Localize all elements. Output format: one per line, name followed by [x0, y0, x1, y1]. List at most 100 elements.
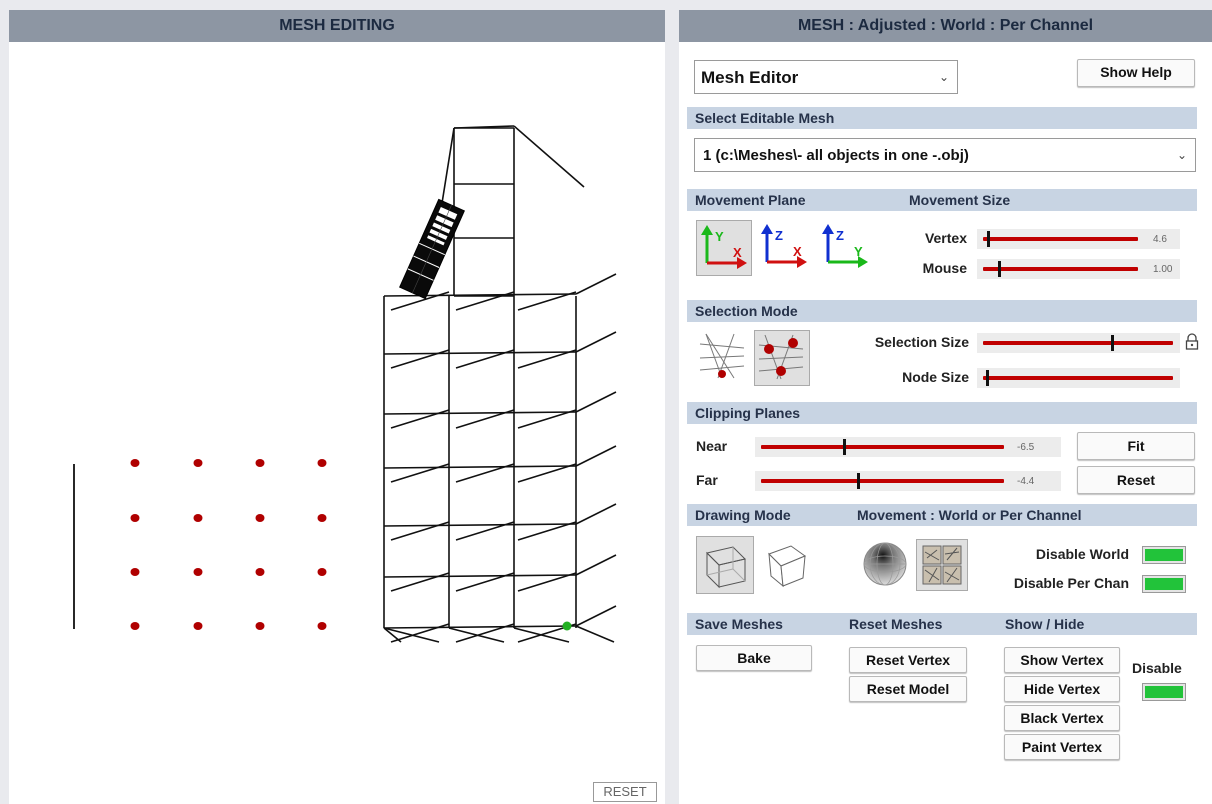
mesh-edge	[390, 521, 450, 541]
mouse-size-slider[interactable]	[983, 261, 1138, 277]
vertex-node[interactable]	[255, 568, 265, 576]
mesh-canvas[interactable]	[9, 42, 665, 804]
mesh-edge	[575, 273, 617, 295]
far-label: Far	[696, 472, 718, 488]
movement-header: Movement Plane Movement Size	[687, 189, 1197, 211]
axis-z-label: Z	[775, 228, 783, 243]
cube-outline-icon	[768, 545, 807, 588]
draw-wire-button[interactable]	[757, 536, 815, 594]
mesh-file-select[interactable]: 1 (c:\Meshes\- all objects in one -.obj)…	[694, 138, 1196, 172]
vertex-node[interactable]	[130, 622, 140, 630]
vertex-node[interactable]	[255, 514, 265, 522]
axis-zx-icon: Z X	[761, 224, 807, 268]
reset-view-button[interactable]: RESET	[593, 782, 657, 802]
mesh-edge	[390, 623, 450, 643]
editor-select[interactable]: Mesh Editor ⌄	[694, 60, 958, 94]
mesh-edge	[383, 523, 577, 527]
slider-thumb[interactable]	[1111, 335, 1115, 351]
disable-per-chan-label: Disable Per Chan	[1013, 575, 1129, 591]
selection-size-label: Selection Size	[874, 334, 969, 350]
slider-thumb[interactable]	[857, 473, 861, 489]
bake-button[interactable]: Bake	[696, 645, 812, 671]
near-clip-value: -6.5	[1017, 442, 1035, 453]
select-nodes-button[interactable]	[754, 330, 810, 386]
hide-vertex-button[interactable]: Hide Vertex	[1004, 676, 1120, 702]
fit-button[interactable]: Fit	[1077, 432, 1195, 460]
axis-y-label: Y	[854, 244, 863, 259]
plane-zy-button[interactable]: Z Y	[818, 220, 874, 276]
black-vertex-button[interactable]: Black Vertex	[1004, 705, 1120, 731]
disable-world-toggle[interactable]	[1142, 546, 1186, 564]
slider-thumb[interactable]	[985, 370, 989, 386]
mesh-editing-panel: MESH EDITING RESET	[9, 10, 665, 804]
slider-thumb[interactable]	[986, 231, 990, 247]
reset-model-button[interactable]: Reset Model	[849, 676, 967, 702]
disable-per-chan-toggle[interactable]	[1142, 575, 1186, 593]
slider-thumb[interactable]	[842, 439, 846, 455]
vertex-node[interactable]	[317, 568, 327, 576]
mesh-status-title: MESH : Adjusted : World : Per Channel	[679, 10, 1212, 42]
clipping-planes-header-label: Clipping Planes	[695, 405, 801, 421]
draw-shaded-button[interactable]	[696, 536, 754, 594]
chevron-down-icon: ⌄	[938, 70, 949, 84]
select-mesh-header: Select Editable Mesh	[687, 107, 1197, 129]
vertex-node[interactable]	[130, 459, 140, 467]
editor-select-value: Mesh Editor	[701, 68, 799, 87]
select-edges-button[interactable]	[696, 330, 752, 386]
mesh-controls-panel: MESH : Adjusted : World : Per Channel Me…	[679, 10, 1212, 804]
mesh-viewport[interactable]: RESET	[9, 42, 665, 804]
mesh-editing-title: MESH EDITING	[9, 10, 665, 42]
mesh-edge	[383, 574, 577, 578]
show-vertex-button[interactable]: Show Vertex	[1004, 647, 1120, 673]
per-channel-movement-button[interactable]	[916, 539, 968, 591]
show-help-button[interactable]: Show Help	[1077, 59, 1195, 87]
lock-icon[interactable]	[1184, 333, 1200, 351]
show-hide-header: Show / Hide	[1005, 616, 1085, 632]
paint-vertex-button[interactable]: Paint Vertex	[1004, 734, 1120, 760]
vertex-node[interactable]	[193, 622, 203, 630]
mesh-edge	[383, 411, 577, 415]
mesh-edge	[575, 554, 617, 576]
vertex-size-slider[interactable]	[983, 231, 1138, 247]
mesh-edge	[383, 465, 577, 469]
vertex-node[interactable]	[130, 568, 140, 576]
vertex-node[interactable]	[317, 514, 327, 522]
reset-clip-button[interactable]: Reset	[1077, 466, 1195, 494]
vertex-node[interactable]	[130, 514, 140, 522]
near-clip-slider[interactable]	[761, 439, 1004, 455]
mesh-edge	[390, 349, 450, 369]
mesh-edge	[383, 625, 577, 629]
save-meshes-header: Save Meshes	[695, 616, 783, 632]
node-size-label: Node Size	[902, 369, 969, 385]
vertex-node[interactable]	[193, 459, 203, 467]
vertex-size-value: 4.6	[1153, 234, 1167, 245]
far-clip-slider[interactable]	[761, 473, 1004, 489]
drawing-mode-header-label: Drawing Mode	[695, 507, 791, 523]
near-label: Near	[696, 438, 728, 454]
vertex-node[interactable]	[317, 622, 327, 630]
world-movement-button[interactable]	[861, 540, 911, 590]
vertex-node[interactable]	[193, 514, 203, 522]
plane-zx-button[interactable]: Z X	[757, 220, 813, 276]
vertex-node[interactable]	[255, 459, 265, 467]
mesh-edge	[513, 125, 585, 188]
texture-grid-icon	[922, 545, 962, 585]
disable-world-label: Disable World	[1035, 546, 1129, 562]
node-size-slider[interactable]	[983, 370, 1173, 386]
reset-vertex-button[interactable]: Reset Vertex	[849, 647, 967, 673]
vertex-node[interactable]	[255, 622, 265, 630]
selection-size-slider[interactable]	[983, 335, 1173, 351]
vertex-node[interactable]	[317, 459, 327, 467]
mesh-edge	[575, 331, 617, 353]
disable-label: Disable	[1132, 660, 1182, 676]
mesh-edge	[390, 572, 450, 592]
reset-meshes-header: Reset Meshes	[849, 616, 943, 632]
meshes-header: Save Meshes Reset Meshes Show / Hide	[687, 613, 1197, 635]
far-clip-value: -4.4	[1017, 476, 1035, 487]
slider-thumb[interactable]	[997, 261, 1001, 277]
selected-vertex-node[interactable]	[562, 621, 572, 631]
plane-yx-button[interactable]: Y X	[696, 220, 752, 276]
disable-toggle[interactable]	[1142, 683, 1186, 701]
axis-z-label: Z	[836, 228, 844, 243]
vertex-node[interactable]	[193, 568, 203, 576]
